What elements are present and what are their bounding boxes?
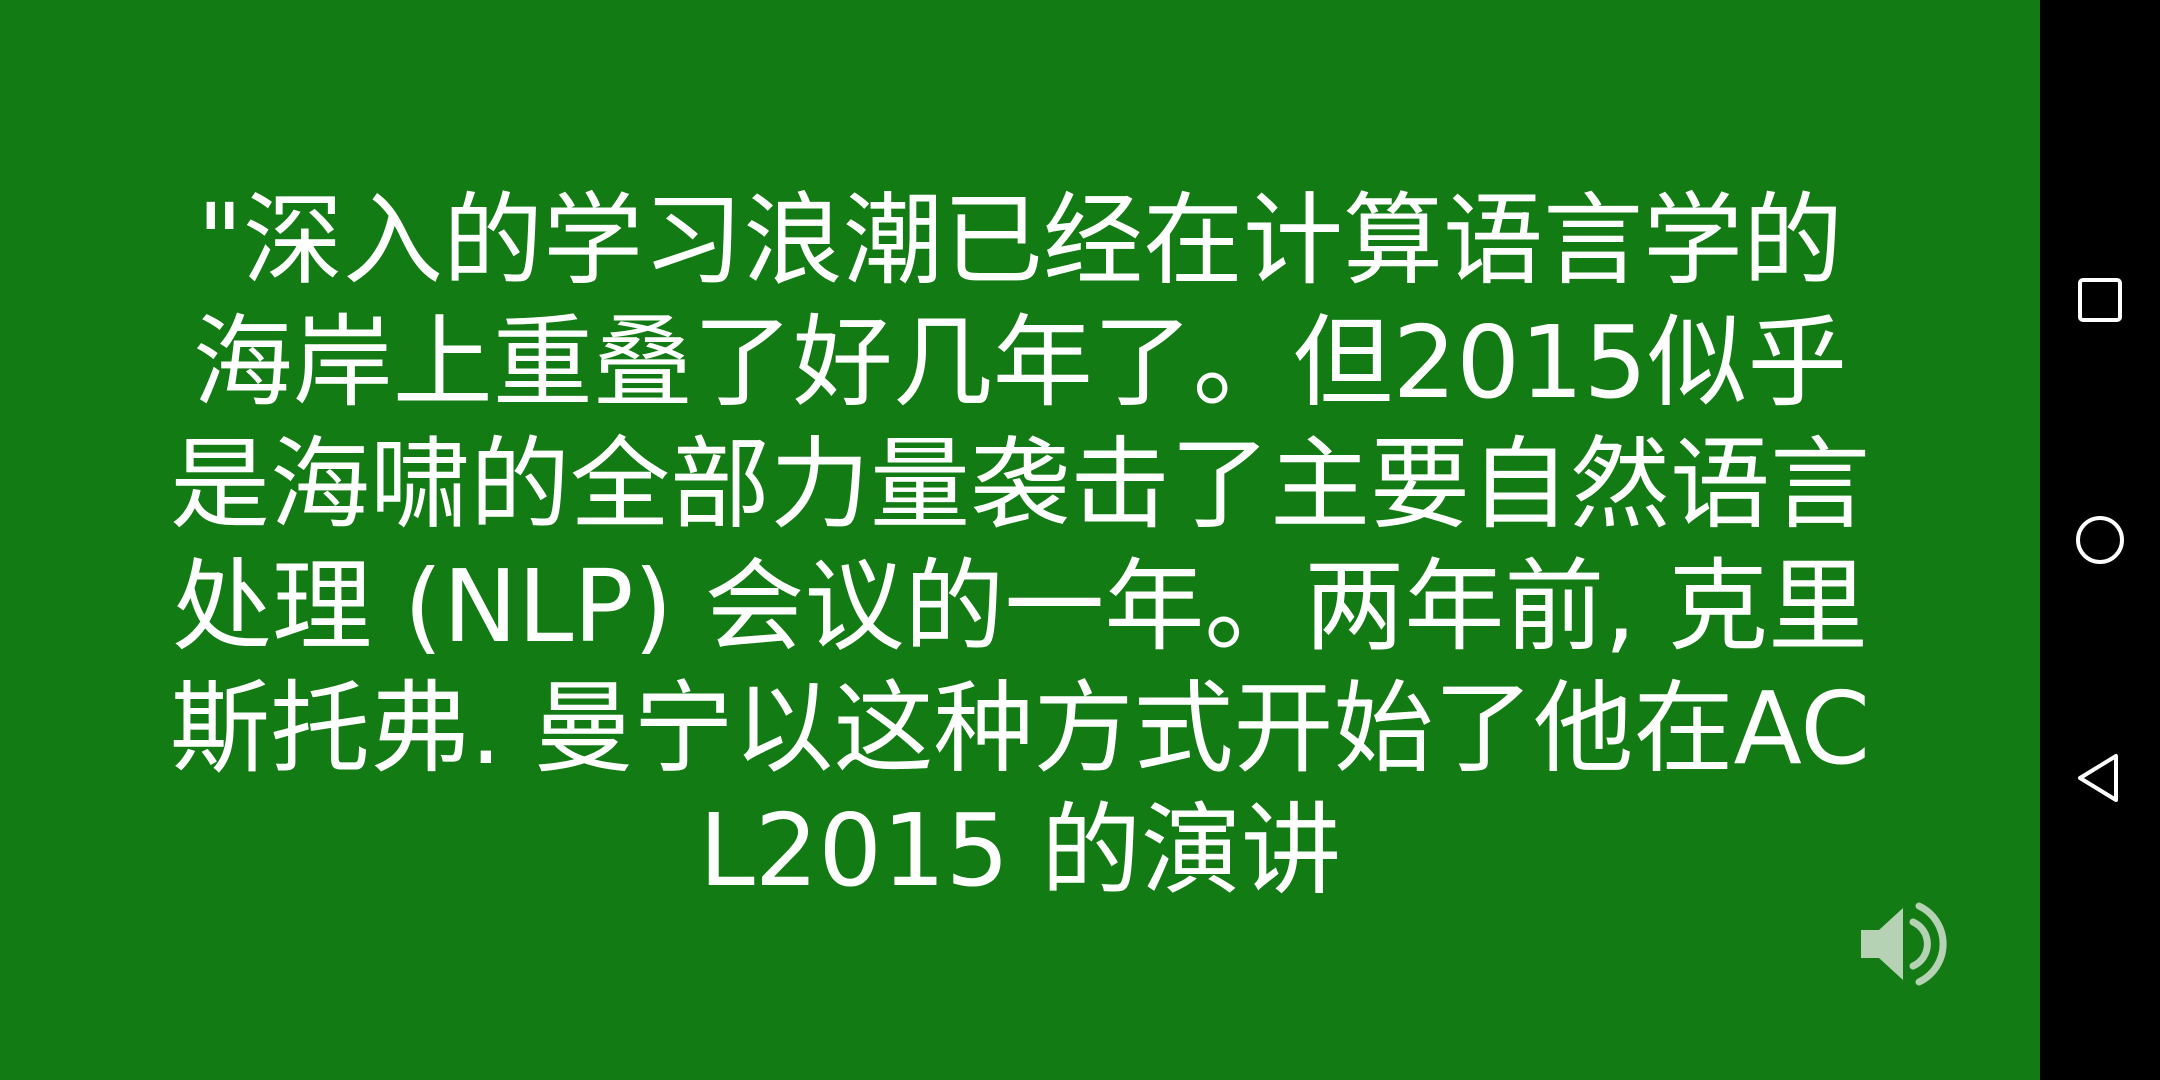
circle-home-icon: [2076, 516, 2124, 564]
recents-button[interactable]: [2040, 240, 2160, 360]
square-recents-icon: [2078, 278, 2122, 322]
quote-container: "深入的学习浪潮已经在计算语言学的海岸上重叠了好几年了。但2015似乎是海啸的全…: [150, 180, 1890, 920]
quote-text: "深入的学习浪潮已经在计算语言学的海岸上重叠了好几年了。但2015似乎是海啸的全…: [169, 182, 1871, 909]
system-navigation-bar: [2040, 0, 2160, 1080]
back-button[interactable]: [2040, 718, 2160, 838]
speaker-volume-icon: [1861, 902, 1947, 986]
speaker-button[interactable]: [1855, 898, 1955, 990]
reading-panel: "深入的学习浪潮已经在计算语言学的海岸上重叠了好几年了。但2015似乎是海啸的全…: [0, 0, 2040, 1080]
app-screen: "深入的学习浪潮已经在计算语言学的海岸上重叠了好几年了。但2015似乎是海啸的全…: [0, 0, 2160, 1080]
home-button[interactable]: [2040, 480, 2160, 600]
triangle-back-icon: [2078, 754, 2118, 802]
